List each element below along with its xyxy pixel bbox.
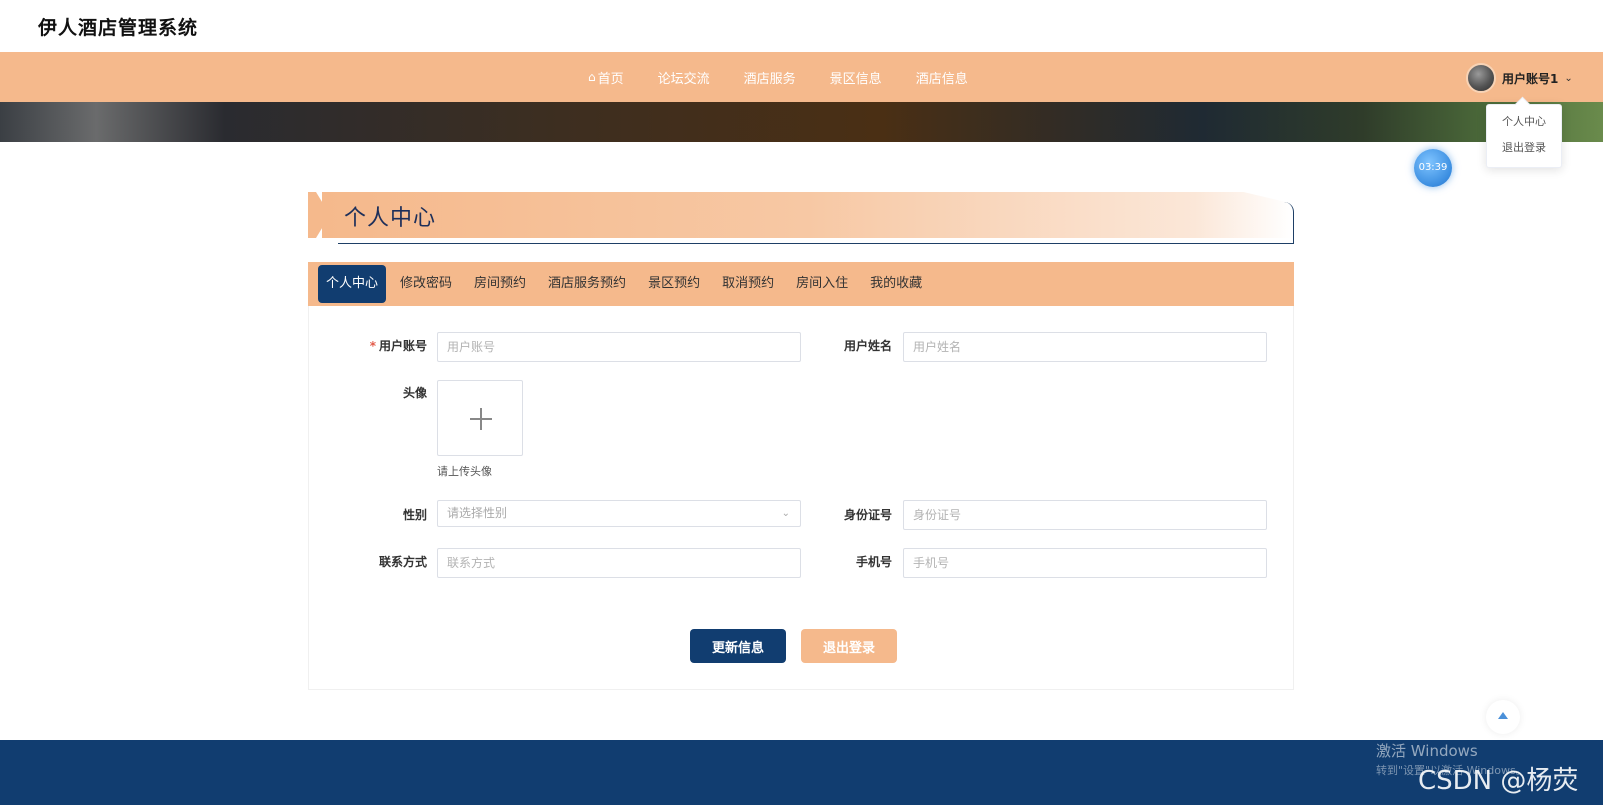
page-title: 个人中心 (344, 206, 437, 231)
logout-button[interactable]: 退出登录 (801, 629, 897, 663)
timer-badge[interactable]: 03:39 (1414, 149, 1452, 187)
nav-item-label: 首页 (597, 71, 624, 87)
csdn-watermark: CSDN @杨荧 (1418, 766, 1579, 796)
update-info-button[interactable]: 更新信息 (690, 629, 786, 663)
account-input[interactable] (437, 332, 801, 362)
avatar (1466, 63, 1496, 93)
tab-favorites[interactable]: 我的收藏 (862, 265, 930, 303)
dropdown-item-logout[interactable]: 退出登录 (1487, 135, 1561, 161)
tab-scenic-booking[interactable]: 景区预约 (640, 265, 708, 303)
back-to-top-button[interactable] (1486, 700, 1520, 734)
profile-tabs: 个人中心 修改密码 房间预约 酒店服务预约 景区预约 取消预约 房间入住 我的收… (308, 262, 1294, 306)
name-input[interactable] (903, 332, 1267, 362)
brand-bar: 伊人酒店管理系统 (0, 0, 1603, 52)
id-card-input[interactable] (903, 500, 1267, 530)
nav-item-home[interactable]: ⌂ 首页 (588, 68, 624, 87)
site-title: 伊人酒店管理系统 (38, 17, 199, 39)
account-label: * 用户账号 (317, 337, 427, 354)
gender-select[interactable]: 请选择性别 ⌄ (437, 500, 801, 527)
user-name: 用户账号1 (1502, 71, 1559, 86)
nav-item-hotel-info[interactable]: 酒店信息 (916, 68, 968, 87)
gender-label: 性别 (402, 508, 427, 522)
gender-select-placeholder: 请选择性别 (447, 506, 508, 520)
name-label: 用户姓名 (843, 339, 892, 353)
tab-room-booking[interactable]: 房间预约 (466, 265, 534, 303)
header-accent (308, 192, 316, 238)
header-arrow (316, 192, 330, 238)
plus-icon (470, 408, 492, 430)
footer (0, 740, 1603, 805)
banner-image (0, 102, 1603, 142)
nav-item-scenic-info[interactable]: 景区信息 (830, 68, 882, 87)
windows-activation-watermark: 激活 Windows (1376, 742, 1478, 760)
home-icon: ⌂ (588, 70, 596, 84)
header-outline (338, 202, 1294, 244)
nav-menu: ⌂ 首页 论坛交流 酒店服务 景区信息 酒店信息 (588, 52, 1002, 102)
dropdown-item-profile[interactable]: 个人中心 (1487, 109, 1561, 135)
phone-label: 手机号 (855, 555, 892, 569)
phone-input[interactable] (903, 548, 1267, 578)
user-menu[interactable]: 用户账号1 ⌄ (1466, 63, 1573, 93)
tab-room-checkin[interactable]: 房间入住 (788, 265, 856, 303)
avatar-upload[interactable] (437, 380, 523, 456)
tab-profile[interactable]: 个人中心 (318, 265, 387, 303)
required-mark: * (369, 339, 376, 353)
id-card-label: 身份证号 (843, 508, 892, 522)
avatar-upload-hint: 请上传头像 (437, 465, 492, 478)
chevron-down-icon: ⌄ (1564, 72, 1573, 84)
nav-item-hotel-service[interactable]: 酒店服务 (744, 68, 796, 87)
contact-label: 联系方式 (378, 555, 427, 569)
contact-input[interactable] (437, 548, 801, 578)
tab-hotel-service-booking[interactable]: 酒店服务预约 (540, 265, 634, 303)
nav-item-forum[interactable]: 论坛交流 (658, 68, 710, 87)
user-dropdown: 个人中心 退出登录 (1486, 104, 1562, 168)
account-label-text: 用户账号 (378, 339, 427, 353)
tab-cancel-booking[interactable]: 取消预约 (714, 265, 782, 303)
avatar-label: 头像 (402, 386, 427, 400)
tab-change-password[interactable]: 修改密码 (392, 265, 460, 303)
nav-bar: ⌂ 首页 论坛交流 酒店服务 景区信息 酒店信息 用户账号1 ⌄ (0, 52, 1603, 102)
section-header: 个人中心 (308, 192, 1294, 244)
